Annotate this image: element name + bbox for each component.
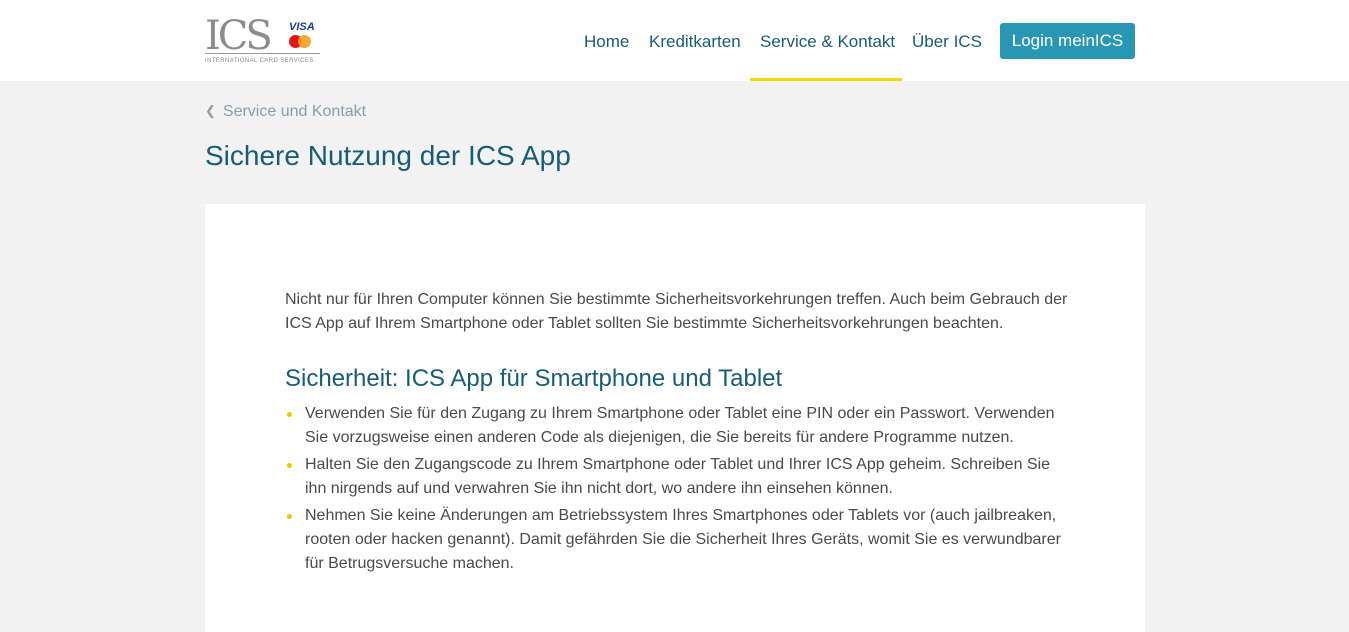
breadcrumb[interactable]: ❮ Service und Kontakt bbox=[205, 103, 366, 121]
active-nav-indicator bbox=[750, 78, 902, 81]
list-item-text: Verwenden Sie für den Zugang zu Ihrem Sm… bbox=[305, 405, 1055, 446]
login-button[interactable]: Login meinICS bbox=[1000, 23, 1135, 59]
bullet-icon bbox=[287, 463, 292, 468]
nav-item-kreditkarten[interactable]: Kreditkarten bbox=[649, 32, 741, 52]
section-heading: Sicherheit: ICS App für Smartphone und T… bbox=[285, 365, 783, 392]
mastercard-logo-icon bbox=[289, 35, 315, 48]
site-header: ICS VISA INTERNATIONAL CARD SERVICES Hom… bbox=[0, 0, 1349, 81]
nav-item-ueber-ics[interactable]: Über ICS bbox=[912, 32, 982, 52]
bullet-icon bbox=[287, 412, 292, 417]
list-item: Nehmen Sie keine Änderungen am Betriebss… bbox=[285, 504, 1075, 576]
intro-paragraph: Nicht nur für Ihren Computer können Sie … bbox=[285, 291, 1068, 332]
chevron-left-icon: ❮ bbox=[205, 103, 216, 118]
logo-subtitle: INTERNATIONAL CARD SERVICES bbox=[205, 58, 314, 64]
security-bullet-list: Verwenden Sie für den Zugang zu Ihrem Sm… bbox=[285, 402, 1075, 576]
nav-item-home[interactable]: Home bbox=[584, 32, 629, 52]
ics-logo[interactable]: ICS VISA INTERNATIONAL CARD SERVICES bbox=[205, 14, 321, 68]
list-item-text: Nehmen Sie keine Änderungen am Betriebss… bbox=[305, 507, 1061, 572]
list-item: Halten Sie den Zugangscode zu Ihrem Smar… bbox=[285, 453, 1075, 501]
logo-ics-text: ICS bbox=[205, 13, 273, 59]
list-item: Verwenden Sie für den Zugang zu Ihrem Sm… bbox=[285, 402, 1075, 450]
list-item-text: Halten Sie den Zugangscode zu Ihrem Smar… bbox=[305, 456, 1051, 497]
logo-divider bbox=[205, 53, 320, 54]
visa-logo: VISA bbox=[289, 21, 315, 33]
page-title: Sichere Nutzung der ICS App bbox=[205, 140, 571, 171]
nav-item-service-kontakt[interactable]: Service & Kontakt bbox=[760, 32, 895, 52]
article-content: Nicht nur für Ihren Computer können Sie … bbox=[285, 288, 1075, 579]
breadcrumb-label: Service und Kontakt bbox=[222, 103, 367, 120]
bullet-icon bbox=[287, 514, 292, 519]
content-card: Nicht nur für Ihren Computer können Sie … bbox=[205, 204, 1145, 632]
